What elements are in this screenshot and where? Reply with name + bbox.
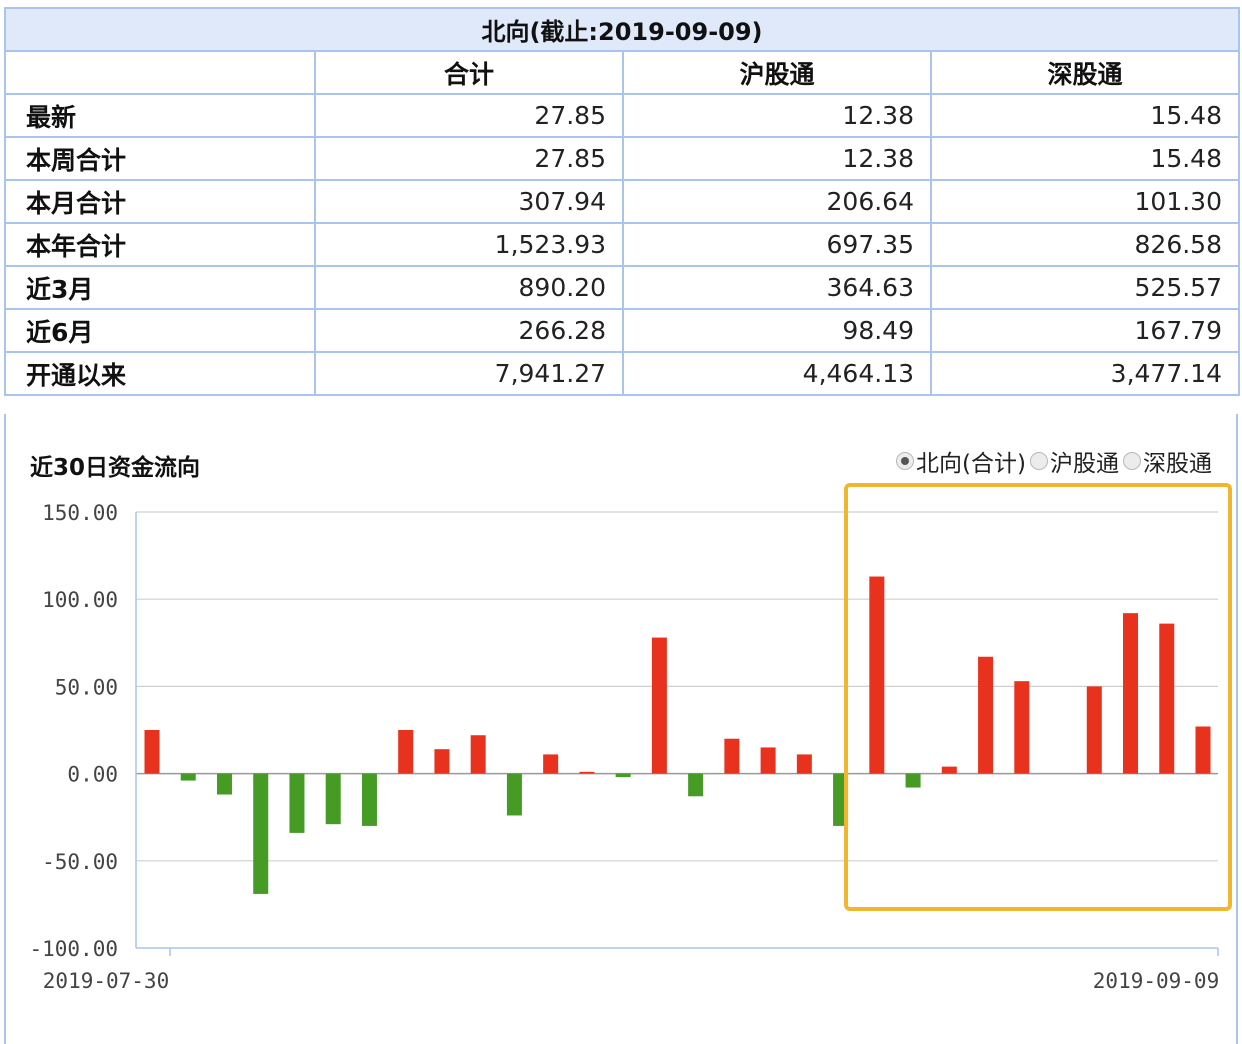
row-label: 近3月 xyxy=(4,265,316,310)
cell-value: 206.64 xyxy=(622,179,932,224)
column-header-shenzhen: 深股通 xyxy=(930,50,1240,95)
y-tick-label: 100.00 xyxy=(42,588,118,612)
table-row: 近6月 266.28 98.49 167.79 xyxy=(4,308,1240,353)
table-header-row: 合计 沪股通 深股通 xyxy=(4,50,1240,95)
cell-value: 12.38 xyxy=(622,136,932,181)
bar xyxy=(760,747,776,774)
y-tick-label: 150.00 xyxy=(42,501,118,525)
northbound-summary-table: 北向(截止:2019-09-09) 合计 沪股通 深股通 最新 27.85 12.3… xyxy=(4,7,1240,396)
row-label: 开通以来 xyxy=(4,351,316,396)
bar xyxy=(1195,726,1211,774)
bar xyxy=(216,773,232,795)
table-row: 最新 27.85 12.38 15.48 xyxy=(4,93,1240,138)
bar xyxy=(506,773,522,816)
bar xyxy=(434,749,450,774)
cell-value: 101.30 xyxy=(930,179,1240,224)
bar xyxy=(1014,681,1030,774)
fund-flow-bar-chart: 150.00 100.00 50.00 0.00 -50.00 -100.00 2019-0… xyxy=(29,483,1232,993)
x-tick-label-start: 2019-07-30 xyxy=(43,969,169,993)
table-row: 近3月 890.20 364.63 525.57 xyxy=(4,265,1240,310)
cell-value: 525.57 xyxy=(930,265,1240,310)
bar xyxy=(905,773,921,788)
y-tick-label: -50.00 xyxy=(42,850,118,874)
row-label: 近6月 xyxy=(4,308,316,353)
row-label: 本周合计 xyxy=(4,136,316,181)
cell-value: 98.49 xyxy=(622,308,932,353)
bar xyxy=(724,738,740,774)
bar xyxy=(688,773,704,797)
bar xyxy=(615,773,631,778)
bar xyxy=(180,773,196,781)
cell-value: 27.85 xyxy=(314,136,624,181)
row-label: 本月合计 xyxy=(4,179,316,224)
bar xyxy=(869,576,885,774)
column-header-total: 合计 xyxy=(314,50,624,95)
table-title: 北向(截止:2019-09-09) xyxy=(4,7,1240,52)
bar xyxy=(543,754,559,774)
cell-value: 12.38 xyxy=(622,93,932,138)
column-header-shanghai: 沪股通 xyxy=(622,50,932,95)
bar xyxy=(978,656,994,774)
table-row: 本周合计 27.85 12.38 15.48 xyxy=(4,136,1240,181)
y-tick-label: 50.00 xyxy=(55,675,118,699)
table-title-row: 北向(截止:2019-09-09) xyxy=(4,7,1240,52)
cell-value: 697.35 xyxy=(622,222,932,267)
cell-value: 3,477.14 xyxy=(930,351,1240,396)
table-row: 本年合计 1,523.93 697.35 826.58 xyxy=(4,222,1240,267)
y-tick-label: -100.00 xyxy=(29,937,118,961)
cell-value: 1,523.93 xyxy=(314,222,624,267)
bar xyxy=(144,730,160,774)
bar xyxy=(651,637,667,774)
chart-panel: 近30日资金流向 北向(合计) 沪股通 深股通 150.00 100.00 50.0… xyxy=(4,414,1238,1044)
bar xyxy=(941,766,957,774)
cell-value: 167.79 xyxy=(930,308,1240,353)
bar xyxy=(361,773,377,826)
table-row: 本月合计 307.94 206.64 101.30 xyxy=(4,179,1240,224)
cell-value: 27.85 xyxy=(314,93,624,138)
x-tick-label-end: 2019-09-09 xyxy=(1093,969,1219,993)
cell-value: 307.94 xyxy=(314,179,624,224)
bar xyxy=(796,754,812,774)
bar xyxy=(253,773,269,894)
bar xyxy=(1086,686,1102,774)
row-label: 本年合计 xyxy=(4,222,316,267)
cell-value: 15.48 xyxy=(930,136,1240,181)
cell-value: 890.20 xyxy=(314,265,624,310)
column-header-empty xyxy=(4,50,316,95)
row-label: 最新 xyxy=(4,93,316,138)
cell-value: 266.28 xyxy=(314,308,624,353)
cell-value: 364.63 xyxy=(622,265,932,310)
bar xyxy=(1123,613,1139,774)
bar xyxy=(325,773,341,825)
table-row: 开通以来 7,941.27 4,464.13 3,477.14 xyxy=(4,351,1240,396)
bar xyxy=(579,771,595,774)
bar xyxy=(1159,623,1175,774)
cell-value: 7,941.27 xyxy=(314,351,624,396)
bar xyxy=(398,730,414,774)
bar xyxy=(289,773,305,833)
bar xyxy=(470,735,486,774)
y-tick-label: 0.00 xyxy=(67,763,118,787)
cell-value: 4,464.13 xyxy=(622,351,932,396)
cell-value: 15.48 xyxy=(930,93,1240,138)
cell-value: 826.58 xyxy=(930,222,1240,267)
